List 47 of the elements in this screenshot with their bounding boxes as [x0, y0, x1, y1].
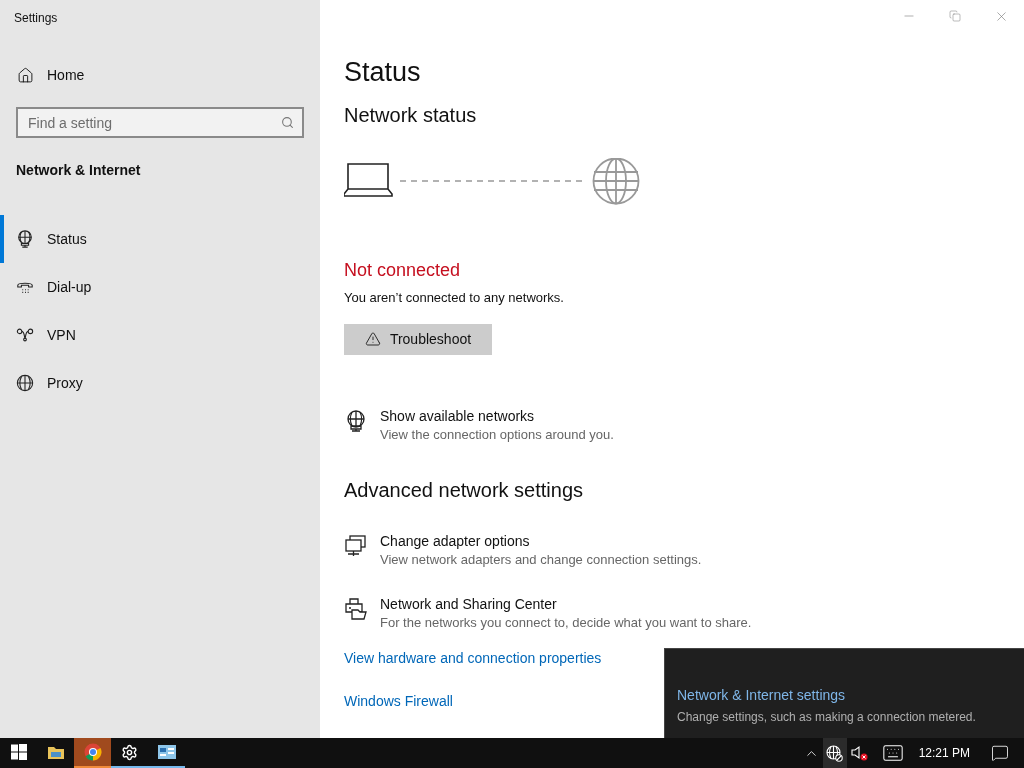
option-title: Show available networks: [380, 406, 536, 426]
section-heading: Advanced network settings: [344, 477, 584, 503]
speaker-muted-icon: [851, 745, 869, 761]
option-description: For the networks you connect to, decide what you want to share.: [380, 613, 752, 632]
vpn-icon: [16, 326, 34, 344]
status-title: Not connected: [344, 259, 461, 282]
settings-link[interactable]: Windows Firewall: [344, 690, 453, 712]
printer-folder-icon: [344, 596, 368, 621]
gear-icon: [121, 743, 138, 761]
page-title: Status: [344, 56, 421, 88]
nav-item[interactable]: Proxy: [0, 359, 320, 407]
globe-monitor-icon: [344, 408, 368, 433]
option-description: View network adapters and change connection settings.: [380, 550, 702, 569]
home-link[interactable]: Home: [17, 65, 85, 86]
control-panel-icon: [156, 744, 177, 760]
nav-item[interactable]: Dial-up: [0, 263, 320, 311]
restore-icon: [949, 10, 961, 22]
troubleshoot-button[interactable]: Troubleshoot: [344, 323, 492, 355]
option-description: View the connection options around you.: [380, 425, 614, 444]
search-field[interactable]: Find a setting: [16, 107, 304, 138]
section-heading: Network & Internet: [16, 161, 141, 180]
settings-option[interactable]: Show available networks View the connection options around you.: [344, 406, 614, 444]
globe-blocked-icon: [826, 744, 844, 762]
flyout-description: Change settings, such as making a connection metered.: [677, 709, 976, 726]
globe-icon: [16, 374, 34, 392]
settings-option[interactable]: Change adapter options View network adapters and change connection settings.: [344, 531, 702, 569]
settings-link[interactable]: View hardware and connection properties: [344, 647, 602, 669]
home-icon: [17, 67, 34, 84]
option-title: Change adapter options: [380, 531, 531, 551]
globe-monitor-icon: [16, 230, 34, 248]
notifications-icon: [991, 744, 1009, 762]
monitors-icon: [344, 533, 368, 558]
network-tray-button[interactable]: [822, 738, 847, 768]
window-title: Settings: [14, 10, 58, 27]
clock[interactable]: 12:21 PM: [912, 738, 976, 768]
settings-option[interactable]: Network and Sharing Center For the networks you connect to, decide what you want to share.: [344, 594, 752, 632]
option-title: Network and Sharing Center: [380, 594, 558, 614]
nav-item[interactable]: VPN: [0, 311, 320, 359]
keyboard-icon: [881, 742, 904, 764]
flyout-link[interactable]: Network & Internet settings: [677, 685, 846, 706]
status-message: You aren’t connected to any networks.: [344, 289, 564, 307]
browser-logo-icon: [83, 743, 102, 761]
section-heading: Network status: [344, 103, 477, 128]
search-icon: [281, 116, 294, 129]
folder-icon: [46, 744, 65, 760]
warning-icon: [364, 331, 381, 347]
windows-logo-icon: [10, 744, 27, 760]
